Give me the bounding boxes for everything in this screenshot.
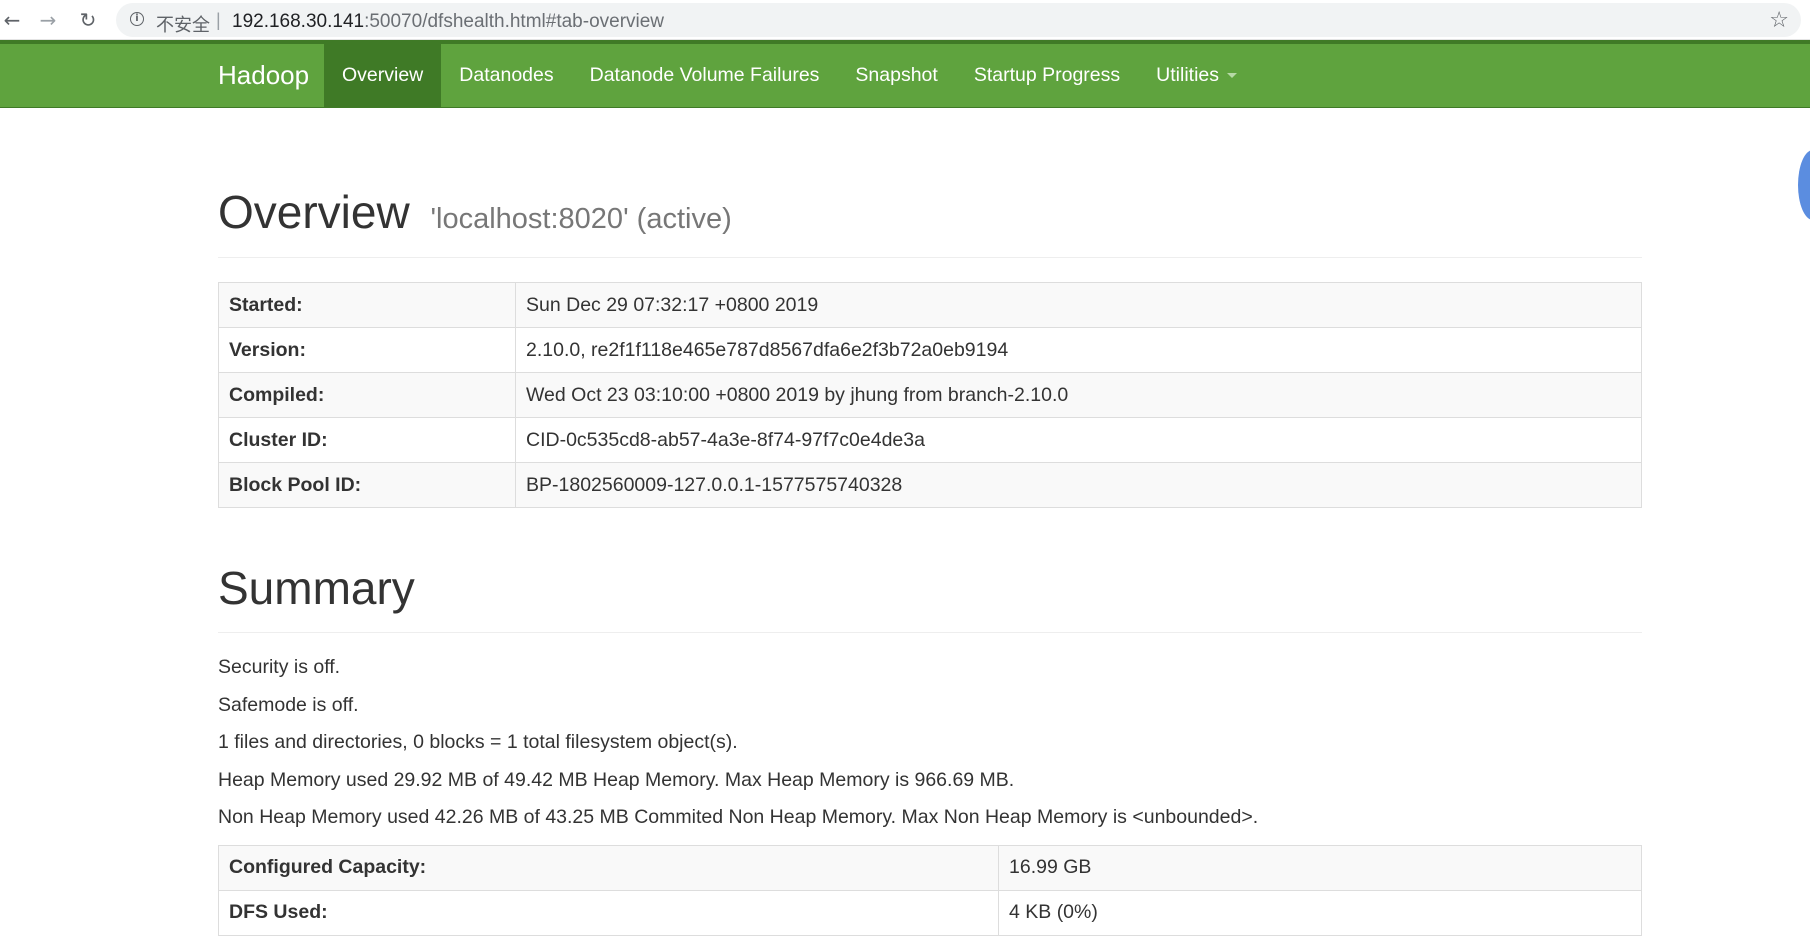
- overview-heading: Overview 'localhost:8020' (active): [218, 182, 1642, 249]
- main-content: Overview 'localhost:8020' (active) Start…: [218, 108, 1642, 936]
- star-icon[interactable]: ☆: [1769, 8, 1789, 33]
- row-value: 4 KB (0%): [998, 889, 1642, 936]
- row-key: Version:: [218, 327, 516, 373]
- table-row: DFS Used: 4 KB (0%): [218, 889, 1642, 936]
- tab-utilities-label: Utilities: [1156, 64, 1219, 86]
- tab-utilities-dropdown[interactable]: Utilities: [1138, 44, 1255, 107]
- tab-datanode-volume-failures[interactable]: Datanode Volume Failures: [572, 44, 838, 107]
- heap-memory: Heap Memory used 29.92 MB of 49.42 MB He…: [218, 768, 1015, 791]
- browser-toolbar: ← → ↻ i 不安全 | 192.168.30.141:50070/dfshe…: [0, 0, 1810, 40]
- reload-icon[interactable]: ↻: [76, 8, 100, 32]
- tab-overview[interactable]: Overview: [324, 44, 442, 107]
- row-value: 2.10.0, re2f1f118e465e787d8567dfa6e2f3b7…: [515, 327, 1642, 373]
- summary-text: Security is off. Safemode is off. 1 file…: [218, 649, 1642, 837]
- tab-snapshot[interactable]: Snapshot: [837, 44, 955, 107]
- table-row: Cluster ID: CID-0c535cd8-ab57-4a3e-8f74-…: [218, 417, 1642, 463]
- row-value: 16.99 GB: [998, 844, 1642, 891]
- row-value: CID-0c535cd8-ab57-4a3e-8f74-97f7c0e4de3a: [515, 417, 1642, 463]
- url-path: :50070/dfshealth.html#tab-overview: [364, 11, 665, 32]
- table-row: Version: 2.10.0, re2f1f118e465e787d8567d…: [218, 327, 1642, 373]
- url-separator: |: [216, 10, 221, 30]
- page-subtitle: 'localhost:8020' (active): [430, 203, 732, 235]
- safemode-status: Safemode is off.: [218, 693, 359, 716]
- filesystem-objects: 1 files and directories, 0 blocks = 1 to…: [218, 731, 738, 753]
- main-navbar: Hadoop Overview Datanodes Datanode Volum…: [0, 40, 1810, 108]
- summary-header: Summary: [218, 508, 1642, 633]
- row-key: Cluster ID:: [218, 417, 516, 463]
- row-key: Configured Capacity:: [218, 844, 999, 891]
- row-key: Block Pool ID:: [218, 462, 516, 508]
- overview-header: Overview 'localhost:8020' (active): [218, 108, 1642, 258]
- caret-down-icon: [1227, 73, 1237, 79]
- back-arrow-icon[interactable]: ←: [0, 8, 24, 32]
- address-bar[interactable]: i 不安全 | 192.168.30.141:50070/dfshealth.h…: [116, 3, 1801, 37]
- table-row: Compiled: Wed Oct 23 03:10:00 +0800 2019…: [218, 372, 1642, 418]
- summary-table: Configured Capacity: 16.99 GB DFS Used: …: [218, 844, 1642, 936]
- tab-datanodes[interactable]: Datanodes: [441, 44, 571, 107]
- table-row: Block Pool ID: BP-1802560009-127.0.0.1-1…: [218, 462, 1642, 508]
- brand-logo[interactable]: Hadoop: [218, 44, 309, 107]
- row-value: BP-1802560009-127.0.0.1-1577575740328: [515, 462, 1642, 508]
- page-title: Overview: [218, 186, 410, 238]
- row-value: Sun Dec 29 07:32:17 +0800 2019: [515, 282, 1642, 328]
- url-host: 192.168.30.141: [232, 11, 365, 32]
- row-key: Started:: [218, 282, 516, 328]
- floating-widget[interactable]: [1798, 150, 1810, 220]
- row-value: Wed Oct 23 03:10:00 +0800 2019 by jhung …: [515, 372, 1642, 418]
- tab-startup-progress[interactable]: Startup Progress: [956, 44, 1138, 107]
- row-key: Compiled:: [218, 372, 516, 418]
- security-status: Security is off.: [218, 656, 341, 678]
- non-heap-memory: Non Heap Memory used 42.26 MB of 43.25 M…: [218, 806, 1259, 828]
- forward-arrow-icon[interactable]: →: [36, 8, 60, 32]
- info-icon[interactable]: i: [130, 12, 144, 26]
- overview-table: Started: Sun Dec 29 07:32:17 +0800 2019 …: [218, 282, 1642, 508]
- summary-heading: Summary: [218, 562, 415, 614]
- table-row: Started: Sun Dec 29 07:32:17 +0800 2019: [218, 282, 1642, 328]
- table-row: Configured Capacity: 16.99 GB: [218, 844, 1642, 891]
- nav-tabs: Overview Datanodes Datanode Volume Failu…: [324, 44, 1255, 107]
- url-text[interactable]: 192.168.30.141:50070/dfshealth.html#tab-…: [232, 11, 664, 33]
- row-key: DFS Used:: [218, 889, 999, 936]
- security-label[interactable]: 不安全: [156, 11, 210, 37]
